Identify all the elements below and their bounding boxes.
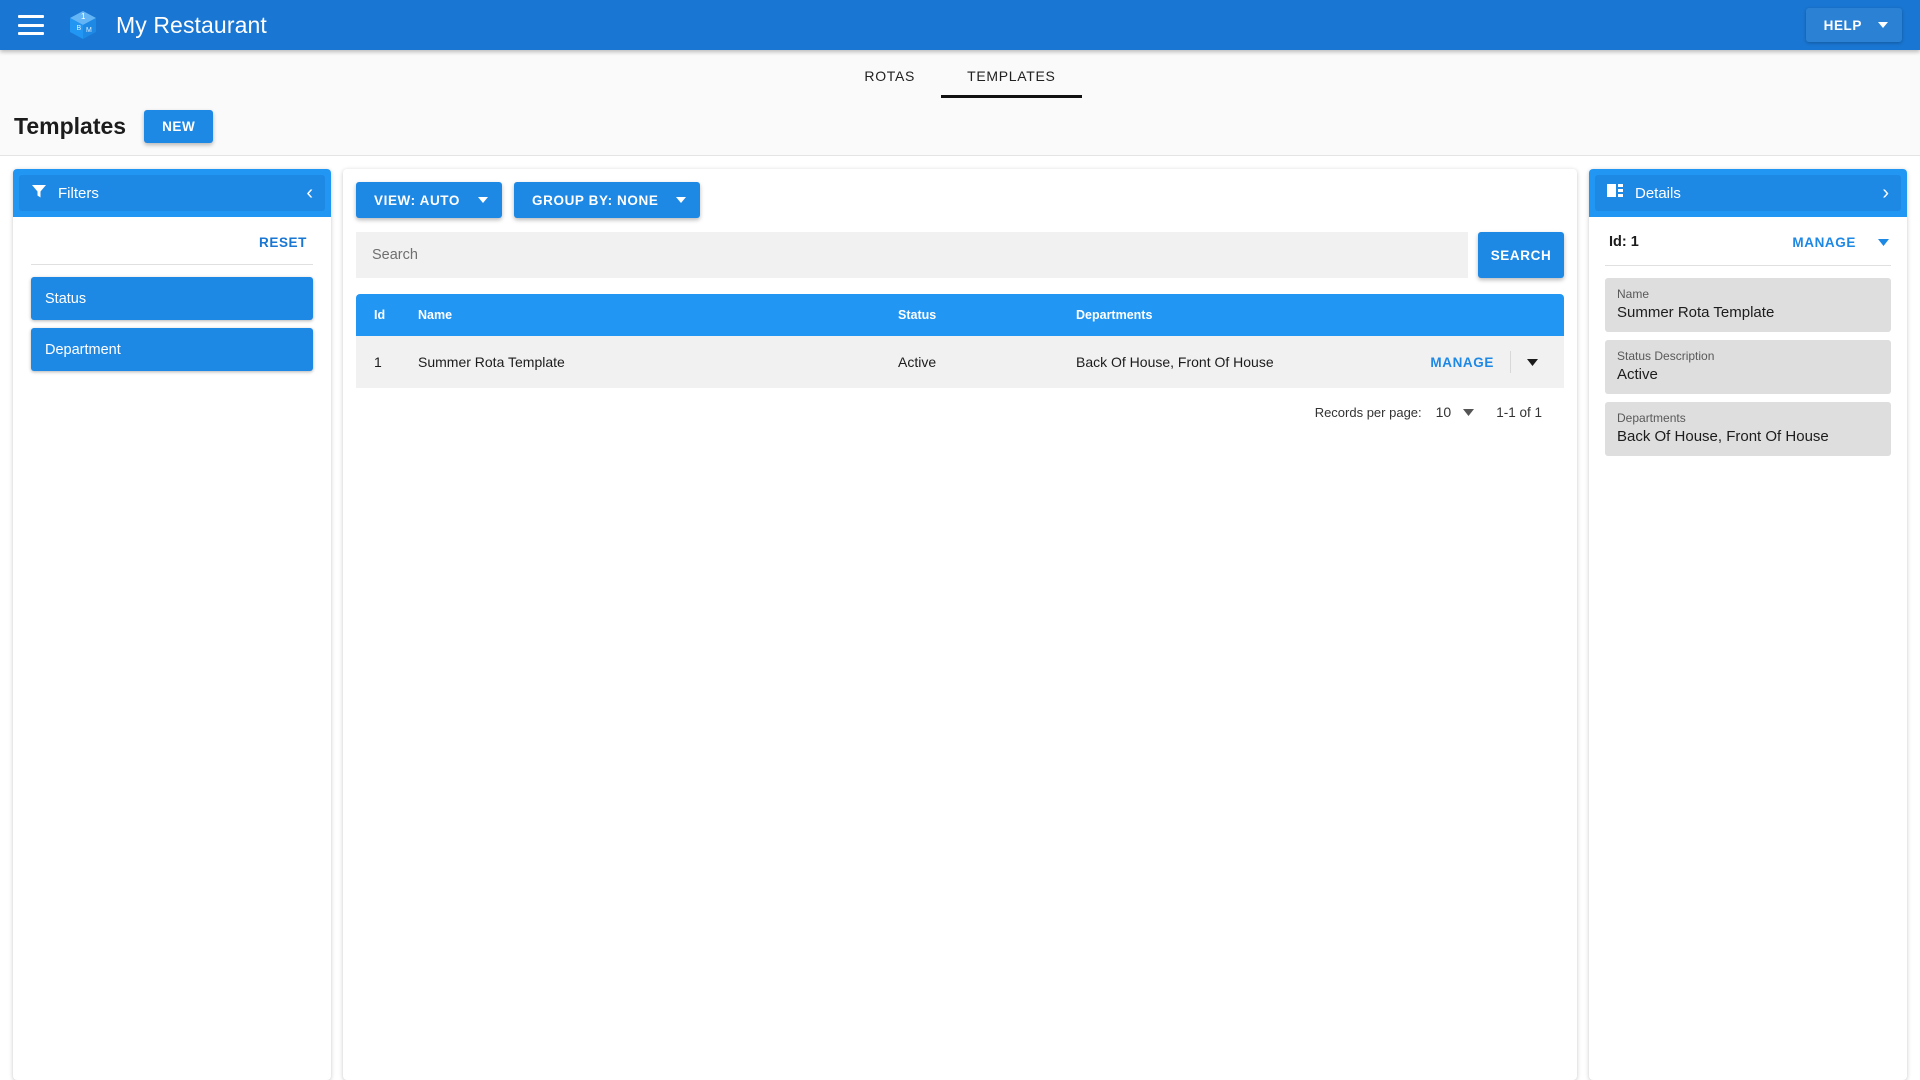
records-per-page-value[interactable]: 10 <box>1436 404 1452 420</box>
filter-item-department[interactable]: Department <box>31 328 313 371</box>
filters-panel-header: Filters ‹ <box>13 169 331 217</box>
cell-departments: Back Of House, Front Of House <box>1076 336 1404 388</box>
svg-text:B: B <box>77 25 82 32</box>
details-panel: Details › Id: 1 MANAGE Name Summer Rota … <box>1589 169 1907 1080</box>
row-menu-chevron-down-icon[interactable] <box>1511 358 1550 366</box>
records-per-page-chevron-down-icon[interactable] <box>1463 408 1475 416</box>
details-manage-button[interactable]: MANAGE <box>1792 235 1856 250</box>
table-body: 1 Summer Rota Template Active Back Of Ho… <box>356 336 1564 388</box>
hamburger-menu-icon[interactable] <box>18 15 44 35</box>
tabs: ROTAS TEMPLATES <box>838 68 1082 98</box>
details-id-row: Id: 1 MANAGE <box>1605 217 1891 265</box>
cube-logo-icon: B M 1 <box>66 8 100 42</box>
svg-text:M: M <box>86 27 92 34</box>
tab-templates[interactable]: TEMPLATES <box>941 68 1082 98</box>
chevron-left-icon[interactable]: ‹ <box>306 183 313 203</box>
cell-status: Active <box>898 336 1076 388</box>
page-title: Templates <box>14 113 127 139</box>
column-header-name[interactable]: Name <box>418 294 898 336</box>
table-header-row: Id Name Status Departments <box>356 294 1564 336</box>
records-per-page-label: Records per page: <box>1314 404 1422 420</box>
details-field-status-value: Active <box>1617 366 1658 383</box>
filters-panel: Filters ‹ RESET Status Department <box>13 169 331 1080</box>
search-input[interactable] <box>356 232 1468 278</box>
details-field-departments: Departments Back Of House, Front Of Hous… <box>1605 402 1891 456</box>
group-by-label: GROUP BY: NONE <box>532 192 659 208</box>
new-button[interactable]: NEW <box>144 110 214 143</box>
tab-bar: ROTAS TEMPLATES <box>0 50 1920 98</box>
view-mode-button[interactable]: VIEW: AUTO <box>356 182 503 218</box>
table-row[interactable]: 1 Summer Rota Template Active Back Of Ho… <box>356 336 1564 388</box>
svg-text:1: 1 <box>81 12 86 21</box>
help-button-label: HELP <box>1823 17 1862 33</box>
app-title: My Restaurant <box>116 11 267 38</box>
details-divider <box>1605 265 1891 266</box>
filters-reset-row: RESET <box>31 217 313 264</box>
app-bar: B M 1 My Restaurant HELP <box>0 0 1920 50</box>
filter-item-status[interactable]: Status <box>31 277 313 320</box>
cell-actions: MANAGE <box>1404 336 1564 388</box>
group-by-button[interactable]: GROUP BY: NONE <box>514 182 701 218</box>
reset-button[interactable]: RESET <box>259 235 307 250</box>
row-manage-button[interactable]: MANAGE <box>1430 355 1510 370</box>
funnel-icon <box>31 183 47 204</box>
templates-table: Id Name Status Departments 1 Summer Rota… <box>356 294 1564 388</box>
details-panel-header: Details › <box>1589 169 1907 217</box>
search-button[interactable]: SEARCH <box>1478 232 1564 278</box>
column-header-status[interactable]: Status <box>898 294 1076 336</box>
search-row: SEARCH <box>356 232 1564 278</box>
table-header: Id Name Status Departments <box>356 294 1564 336</box>
chevron-down-icon <box>478 197 489 203</box>
tab-rotas[interactable]: ROTAS <box>838 68 941 98</box>
page-title-row: Templates NEW <box>0 98 1920 156</box>
details-id-label: Id: 1 <box>1609 234 1639 250</box>
pagination-range: 1-1 of 1 <box>1496 404 1542 420</box>
toolbar: VIEW: AUTO GROUP BY: NONE <box>356 182 1564 218</box>
column-header-actions <box>1404 294 1564 336</box>
details-field-status-label: Status Description <box>1617 349 1715 363</box>
details-field-departments-value: Back Of House, Front Of House <box>1617 428 1829 445</box>
view-mode-label: VIEW: AUTO <box>374 192 461 208</box>
cell-name: Summer Rota Template <box>418 336 898 388</box>
details-menu-chevron-down-icon[interactable] <box>1878 238 1889 246</box>
details-field-departments-label: Departments <box>1617 411 1686 425</box>
details-field-status: Status Description Active <box>1605 340 1891 394</box>
filters-title: Filters <box>58 184 99 202</box>
main-panel: VIEW: AUTO GROUP BY: NONE SEARCH Id Name… <box>343 169 1577 1080</box>
help-button[interactable]: HELP <box>1805 8 1902 42</box>
column-header-id[interactable]: Id <box>356 294 418 336</box>
details-field-name-value: Summer Rota Template <box>1617 304 1775 321</box>
details-field-name: Name Summer Rota Template <box>1605 278 1891 332</box>
chevron-right-icon[interactable]: › <box>1882 183 1889 203</box>
details-field-name-label: Name <box>1617 287 1650 301</box>
filters-body: RESET Status Department <box>13 217 331 1080</box>
details-title: Details <box>1635 184 1681 202</box>
chevron-down-icon <box>676 197 687 203</box>
filters-divider <box>31 264 313 265</box>
view-quilt-icon <box>1607 183 1624 203</box>
content-area: Filters ‹ RESET Status Department VIEW: … <box>0 156 1920 1080</box>
column-header-departments[interactable]: Departments <box>1076 294 1404 336</box>
pagination-bar: Records per page: 10 1-1 of 1 <box>356 388 1564 436</box>
cell-id: 1 <box>356 336 418 388</box>
chevron-down-icon <box>1878 22 1888 28</box>
details-body: Id: 1 MANAGE Name Summer Rota Template S… <box>1589 217 1907 464</box>
